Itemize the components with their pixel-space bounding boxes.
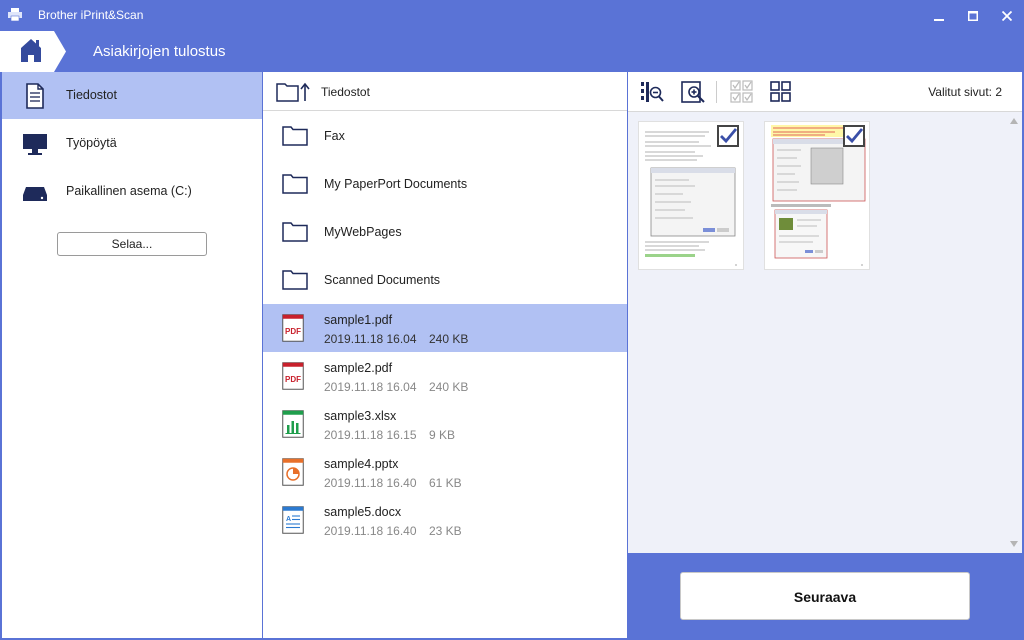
file-date: 2019.11.18 16.04 — [324, 380, 417, 394]
close-icon — [1002, 10, 1012, 21]
folder-icon — [282, 174, 308, 194]
sidebar-item-label: Paikallinen asema (C:) — [66, 184, 192, 198]
file-name: sample3.xlsx — [324, 409, 397, 423]
page-checkbox[interactable] — [843, 125, 865, 147]
folder-name: MyWebPages — [324, 225, 402, 239]
scroll-down-arrow-icon[interactable] — [1010, 541, 1018, 547]
maximize-icon — [968, 10, 978, 21]
preview-toolbar: Valitut sivut: 2 — [628, 72, 1022, 112]
svg-text:PDF: PDF — [285, 375, 301, 384]
file-name: sample2.pdf — [324, 361, 393, 375]
pdf-file-icon: PDF — [282, 362, 304, 390]
folder-name: Scanned Documents — [324, 273, 441, 287]
file-size: 240 KB — [429, 332, 469, 346]
app-title: Brother iPrint&Scan — [38, 8, 144, 22]
drive-icon — [23, 187, 47, 201]
nav-bar: Asiakirjojen tulostus — [0, 31, 1024, 72]
file-row[interactable]: PDF sample1.pdf 2019.11.18 16.04 240 KB — [263, 304, 627, 352]
folder-icon — [282, 126, 308, 146]
next-button[interactable]: Seuraava — [680, 572, 970, 620]
file-date: 2019.11.18 16.40 — [324, 524, 417, 538]
spreadsheet-file-icon — [282, 410, 304, 438]
maximize-button[interactable] — [956, 0, 990, 31]
file-list-header: Tiedostot — [263, 72, 627, 111]
file-name: sample1.pdf — [324, 313, 393, 327]
svg-text:PDF: PDF — [285, 327, 301, 336]
file-size: 23 KB — [429, 524, 462, 538]
folder-name: Fax — [324, 129, 345, 143]
minimize-button[interactable] — [922, 0, 956, 31]
selected-pages-count: Valitut sivut: 2 — [928, 85, 1002, 99]
page-thumbnail[interactable] — [638, 121, 744, 270]
file-row[interactable]: sample3.xlsx 2019.11.18 16.15 9 KB — [263, 400, 627, 448]
select-all-icon — [730, 80, 753, 103]
browse-button[interactable]: Selaa... — [57, 232, 207, 256]
preview-pane: Valitut sivut: 2 — [628, 72, 1022, 553]
folder-row[interactable]: Fax — [263, 112, 627, 160]
folder-row[interactable]: Scanned Documents — [263, 256, 627, 304]
file-size: 9 KB — [429, 428, 456, 442]
file-row[interactable]: A sample5.docx 2019.11.18 16.40 23 KB — [263, 496, 627, 544]
folder-name: My PaperPort Documents — [324, 177, 468, 191]
word-document-icon: A — [282, 506, 304, 534]
file-name: sample5.docx — [324, 505, 402, 519]
file-size: 61 KB — [429, 476, 462, 490]
sidebar-item-desktop[interactable]: Työpöytä — [2, 120, 262, 167]
sidebar-item-files[interactable]: Tiedostot — [2, 72, 262, 119]
title-bar: Brother iPrint&Scan — [0, 0, 1024, 31]
file-list-pane: Tiedostot Fax My PaperPort Documents MyW… — [263, 72, 627, 638]
file-name: sample4.pptx — [324, 457, 399, 471]
folder-row[interactable]: My PaperPort Documents — [263, 160, 627, 208]
minimize-icon — [934, 18, 944, 21]
file-row[interactable]: sample4.pptx 2019.11.18 16.40 61 KB — [263, 448, 627, 496]
presentation-file-icon — [282, 458, 304, 486]
close-button[interactable] — [990, 0, 1024, 31]
scroll-up-arrow-icon[interactable] — [1010, 118, 1018, 124]
folder-up-icon[interactable] — [276, 82, 310, 102]
monitor-icon — [23, 134, 47, 155]
file-size: 240 KB — [429, 380, 469, 394]
file-row[interactable]: PDF sample2.pdf 2019.11.18 16.04 240 KB — [263, 352, 627, 400]
current-folder-label: Tiedostot — [321, 85, 370, 99]
svg-text:A: A — [286, 516, 291, 523]
file-date: 2019.11.18 16.04 — [324, 332, 417, 346]
printer-icon — [8, 8, 22, 21]
page-checkbox[interactable] — [717, 125, 739, 147]
sidebar-item-local-drive[interactable]: Paikallinen asema (C:) — [2, 168, 262, 215]
sidebar-item-label: Tiedostot — [66, 88, 117, 102]
document-icon — [26, 83, 44, 109]
pdf-file-icon: PDF — [282, 314, 304, 342]
grid-view-icon[interactable] — [769, 80, 793, 104]
file-date: 2019.11.18 16.40 — [324, 476, 417, 490]
folder-icon — [282, 222, 308, 242]
zoom-out-icon[interactable] — [640, 80, 664, 104]
page-thumbnail[interactable] — [764, 121, 870, 270]
file-date: 2019.11.18 16.15 — [324, 428, 417, 442]
sidebar: Tiedostot Työpöytä Paikallinen asema (C:… — [2, 72, 262, 638]
toolbar-separator — [716, 81, 717, 103]
breadcrumb: Asiakirjojen tulostus — [93, 43, 226, 60]
folder-row[interactable]: MyWebPages — [263, 208, 627, 256]
zoom-in-icon[interactable] — [681, 80, 705, 104]
home-button[interactable] — [0, 31, 68, 72]
action-bar: Seuraava — [628, 553, 1024, 640]
folder-icon — [282, 270, 308, 290]
sidebar-item-label: Työpöytä — [66, 136, 117, 150]
